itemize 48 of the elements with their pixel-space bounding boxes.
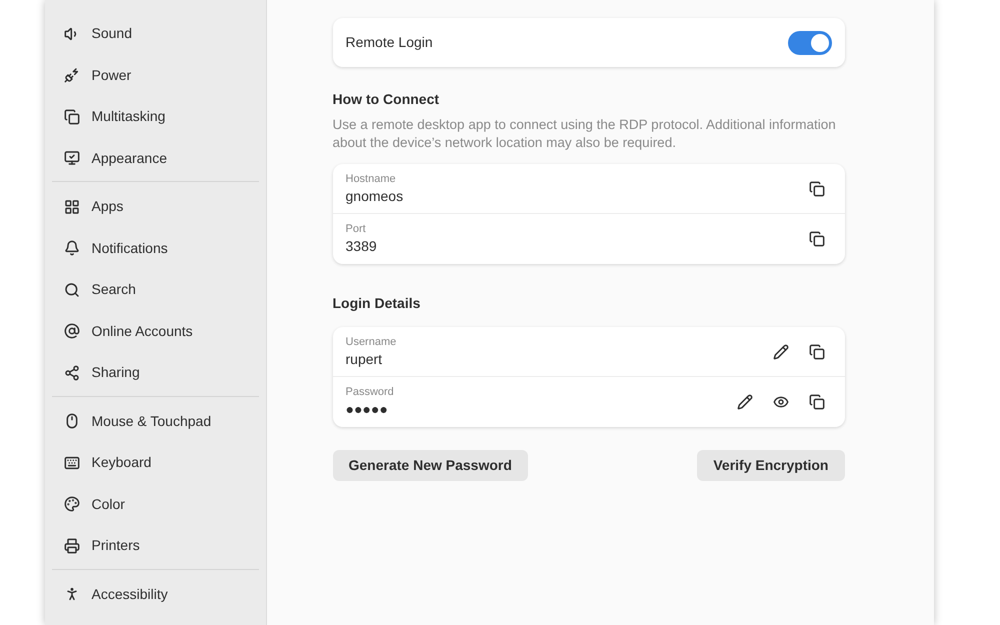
- field-label: Password: [346, 385, 395, 399]
- plug-icon: [64, 67, 80, 84]
- sidebar-item[interactable]: Appearance: [52, 138, 258, 179]
- field-value: gnomeos: [346, 186, 404, 206]
- sidebar-item[interactable]: Color: [52, 484, 258, 525]
- keyboard-icon: [64, 454, 80, 471]
- sidebar-item[interactable]: Accessibility: [52, 574, 258, 615]
- overlapping-squares-icon: [64, 108, 80, 125]
- field-value: 3389: [346, 237, 378, 256]
- sidebar-item[interactable]: Online Accounts: [52, 310, 258, 352]
- sidebar-item[interactable]: Printers: [52, 525, 258, 566]
- bell-icon: [64, 240, 80, 256]
- field-label: Port: [346, 222, 367, 236]
- sidebar-item[interactable]: Apps: [52, 186, 258, 228]
- sidebar-item[interactable]: Sharing: [52, 352, 258, 394]
- grid-icon: [64, 198, 80, 215]
- section-heading: How to Connect: [332, 90, 440, 109]
- share-icon: [64, 364, 80, 381]
- monitor-icon: [64, 150, 80, 166]
- sidebar-item[interactable]: Sound: [52, 13, 258, 54]
- pencil-icon: [736, 394, 752, 410]
- copy-icon: [808, 180, 824, 196]
- remote-login-label: Remote Login: [346, 33, 434, 52]
- field-value: ●●●●●: [346, 400, 389, 419]
- section-description: Use a remote desktop app to connect using the RDP protocol. Additional information about the device’s network location may also be required.: [332, 116, 837, 152]
- sidebar-item[interactable]: Power: [52, 54, 258, 96]
- field-label: Hostname: [346, 172, 397, 186]
- sidebar-item[interactable]: Search: [52, 269, 258, 310]
- action-button[interactable]: Verify Encryption: [697, 450, 844, 481]
- pencil-icon: [772, 344, 788, 360]
- toggle-switch[interactable]: [788, 30, 832, 54]
- copy-icon: [808, 344, 824, 360]
- field-label: Username: [346, 334, 398, 348]
- eye-icon: [772, 394, 788, 410]
- printer-icon: [64, 538, 80, 554]
- sidebar-item[interactable]: Keyboard: [52, 442, 258, 484]
- sidebar-item[interactable]: Notifications: [52, 228, 258, 269]
- palette-icon: [64, 496, 80, 512]
- action-button[interactable]: Generate New Password: [332, 450, 528, 481]
- sidebar-item[interactable]: Multitasking: [52, 96, 258, 138]
- sidebar-item[interactable]: Mouse & Touchpad: [52, 400, 258, 442]
- field-value: rupert: [346, 350, 384, 368]
- mouse-icon: [64, 413, 80, 430]
- copy-icon: [808, 231, 824, 247]
- search-icon: [64, 282, 80, 298]
- copy-icon: [808, 394, 824, 410]
- section-heading: Login Details: [332, 294, 422, 313]
- at-sign-icon: [64, 323, 80, 340]
